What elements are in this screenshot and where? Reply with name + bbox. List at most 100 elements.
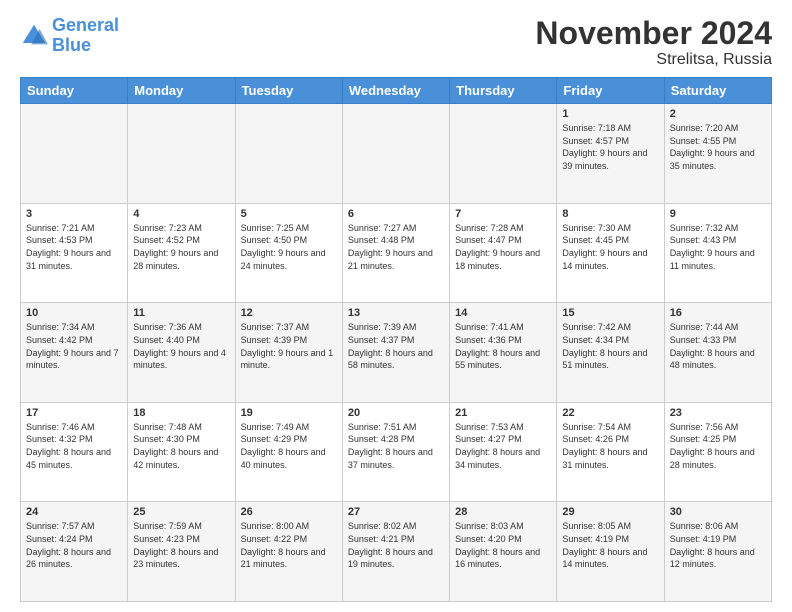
day-cell	[450, 104, 557, 204]
day-number: 11	[133, 307, 229, 319]
day-info: Sunrise: 8:03 AM Sunset: 4:20 PM Dayligh…	[455, 520, 551, 570]
day-info: Sunrise: 7:18 AM Sunset: 4:57 PM Dayligh…	[562, 122, 658, 172]
week-row-2: 3Sunrise: 7:21 AM Sunset: 4:53 PM Daylig…	[21, 203, 772, 303]
day-info: Sunrise: 7:53 AM Sunset: 4:27 PM Dayligh…	[455, 421, 551, 471]
day-info: Sunrise: 7:49 AM Sunset: 4:29 PM Dayligh…	[241, 421, 337, 471]
day-info: Sunrise: 7:25 AM Sunset: 4:50 PM Dayligh…	[241, 222, 337, 272]
day-info: Sunrise: 7:30 AM Sunset: 4:45 PM Dayligh…	[562, 222, 658, 272]
day-number: 25	[133, 506, 229, 518]
day-info: Sunrise: 7:36 AM Sunset: 4:40 PM Dayligh…	[133, 321, 229, 371]
day-cell: 8 Sunrise: 7:30 AM Sunset: 4:45 PM Daylig…	[557, 203, 664, 303]
day-cell	[21, 104, 128, 204]
day-cell: 17 Sunrise: 7:46 AM Sunset: 4:32 PM Dayli…	[21, 402, 128, 502]
col-sunday: Sunday	[21, 78, 128, 104]
day-info: Sunrise: 7:34 AM Sunset: 4:42 PM Dayligh…	[26, 321, 122, 371]
day-cell: 6 Sunrise: 7:27 AM Sunset: 4:48 PM Daylig…	[342, 203, 449, 303]
day-cell: 9 Sunrise: 7:32 AM Sunset: 4:43 PM Daylig…	[664, 203, 771, 303]
day-info: Sunrise: 7:28 AM Sunset: 4:47 PM Dayligh…	[455, 222, 551, 272]
day-number: 28	[455, 506, 551, 518]
day-number: 13	[348, 307, 444, 319]
day-number: 4	[133, 208, 229, 220]
col-wednesday: Wednesday	[342, 78, 449, 104]
day-number: 19	[241, 407, 337, 419]
day-number: 3	[26, 208, 122, 220]
day-info: Sunrise: 7:48 AM Sunset: 4:30 PM Dayligh…	[133, 421, 229, 471]
day-info: Sunrise: 8:02 AM Sunset: 4:21 PM Dayligh…	[348, 520, 444, 570]
day-info: Sunrise: 7:54 AM Sunset: 4:26 PM Dayligh…	[562, 421, 658, 471]
day-cell: 3Sunrise: 7:21 AM Sunset: 4:53 PM Daylig…	[21, 203, 128, 303]
header: General Blue November 2024 Strelitsa, Ru…	[20, 16, 772, 69]
day-number: 18	[133, 407, 229, 419]
day-cell: 27 Sunrise: 8:02 AM Sunset: 4:21 PM Dayli…	[342, 502, 449, 602]
day-info: Sunrise: 7:57 AM Sunset: 4:24 PM Dayligh…	[26, 520, 122, 570]
week-row-5: 24 Sunrise: 7:57 AM Sunset: 4:24 PM Dayli…	[21, 502, 772, 602]
day-number: 30	[670, 506, 766, 518]
day-info: Sunrise: 7:51 AM Sunset: 4:28 PM Dayligh…	[348, 421, 444, 471]
logo-line1: General	[52, 15, 119, 35]
day-info: Sunrise: 7:32 AM Sunset: 4:43 PM Dayligh…	[670, 222, 766, 272]
day-number: 27	[348, 506, 444, 518]
col-thursday: Thursday	[450, 78, 557, 104]
day-number: 9	[670, 208, 766, 220]
day-cell: 5 Sunrise: 7:25 AM Sunset: 4:50 PM Daylig…	[235, 203, 342, 303]
day-info: Sunrise: 7:27 AM Sunset: 4:48 PM Dayligh…	[348, 222, 444, 272]
week-row-3: 10 Sunrise: 7:34 AM Sunset: 4:42 PM Dayli…	[21, 303, 772, 403]
page: General Blue November 2024 Strelitsa, Ru…	[0, 0, 792, 612]
day-number: 2	[670, 108, 766, 120]
day-info: Sunrise: 7:56 AM Sunset: 4:25 PM Dayligh…	[670, 421, 766, 471]
day-cell: 29Sunrise: 8:05 AM Sunset: 4:19 PM Dayli…	[557, 502, 664, 602]
location-subtitle: Strelitsa, Russia	[535, 51, 772, 69]
logo-icon	[20, 22, 48, 50]
day-number: 1	[562, 108, 658, 120]
day-cell: 16Sunrise: 7:44 AM Sunset: 4:33 PM Dayli…	[664, 303, 771, 403]
day-info: Sunrise: 8:00 AM Sunset: 4:22 PM Dayligh…	[241, 520, 337, 570]
day-number: 8	[562, 208, 658, 220]
day-info: Sunrise: 8:06 AM Sunset: 4:19 PM Dayligh…	[670, 520, 766, 570]
day-cell: 18 Sunrise: 7:48 AM Sunset: 4:30 PM Dayli…	[128, 402, 235, 502]
day-cell: 1 Sunrise: 7:18 AM Sunset: 4:57 PM Daylig…	[557, 104, 664, 204]
day-info: Sunrise: 7:37 AM Sunset: 4:39 PM Dayligh…	[241, 321, 337, 371]
day-cell: 30 Sunrise: 8:06 AM Sunset: 4:19 PM Dayli…	[664, 502, 771, 602]
day-info: Sunrise: 7:42 AM Sunset: 4:34 PM Dayligh…	[562, 321, 658, 371]
day-info: Sunrise: 7:59 AM Sunset: 4:23 PM Dayligh…	[133, 520, 229, 570]
week-row-1: 1 Sunrise: 7:18 AM Sunset: 4:57 PM Daylig…	[21, 104, 772, 204]
day-cell: 15 Sunrise: 7:42 AM Sunset: 4:34 PM Dayli…	[557, 303, 664, 403]
calendar-header-row: Sunday Monday Tuesday Wednesday Thursday…	[21, 78, 772, 104]
day-number: 15	[562, 307, 658, 319]
month-title: November 2024	[535, 16, 772, 51]
day-number: 24	[26, 506, 122, 518]
day-info: Sunrise: 7:46 AM Sunset: 4:32 PM Dayligh…	[26, 421, 122, 471]
day-number: 17	[26, 407, 122, 419]
day-number: 20	[348, 407, 444, 419]
calendar-table: Sunday Monday Tuesday Wednesday Thursday…	[20, 77, 772, 602]
day-cell: 11 Sunrise: 7:36 AM Sunset: 4:40 PM Dayli…	[128, 303, 235, 403]
day-number: 12	[241, 307, 337, 319]
day-cell: 24 Sunrise: 7:57 AM Sunset: 4:24 PM Dayli…	[21, 502, 128, 602]
day-number: 14	[455, 307, 551, 319]
day-cell: 23 Sunrise: 7:56 AM Sunset: 4:25 PM Dayli…	[664, 402, 771, 502]
day-info: Sunrise: 7:20 AM Sunset: 4:55 PM Dayligh…	[670, 122, 766, 172]
day-number: 6	[348, 208, 444, 220]
day-number: 7	[455, 208, 551, 220]
day-number: 16	[670, 307, 766, 319]
col-tuesday: Tuesday	[235, 78, 342, 104]
day-cell: 28 Sunrise: 8:03 AM Sunset: 4:20 PM Dayli…	[450, 502, 557, 602]
day-number: 5	[241, 208, 337, 220]
day-number: 26	[241, 506, 337, 518]
day-cell: 25 Sunrise: 7:59 AM Sunset: 4:23 PM Dayli…	[128, 502, 235, 602]
day-info: Sunrise: 7:23 AM Sunset: 4:52 PM Dayligh…	[133, 222, 229, 272]
day-info: Sunrise: 7:41 AM Sunset: 4:36 PM Dayligh…	[455, 321, 551, 371]
day-number: 23	[670, 407, 766, 419]
day-cell	[342, 104, 449, 204]
day-cell: 21Sunrise: 7:53 AM Sunset: 4:27 PM Dayli…	[450, 402, 557, 502]
day-cell: 20 Sunrise: 7:51 AM Sunset: 4:28 PM Dayli…	[342, 402, 449, 502]
day-number: 10	[26, 307, 122, 319]
day-cell	[128, 104, 235, 204]
col-friday: Friday	[557, 78, 664, 104]
col-saturday: Saturday	[664, 78, 771, 104]
day-cell: 26 Sunrise: 8:00 AM Sunset: 4:22 PM Dayli…	[235, 502, 342, 602]
week-row-4: 17 Sunrise: 7:46 AM Sunset: 4:32 PM Dayli…	[21, 402, 772, 502]
day-cell: 12 Sunrise: 7:37 AM Sunset: 4:39 PM Dayli…	[235, 303, 342, 403]
day-cell: 10 Sunrise: 7:34 AM Sunset: 4:42 PM Dayli…	[21, 303, 128, 403]
day-cell: 19 Sunrise: 7:49 AM Sunset: 4:29 PM Dayli…	[235, 402, 342, 502]
